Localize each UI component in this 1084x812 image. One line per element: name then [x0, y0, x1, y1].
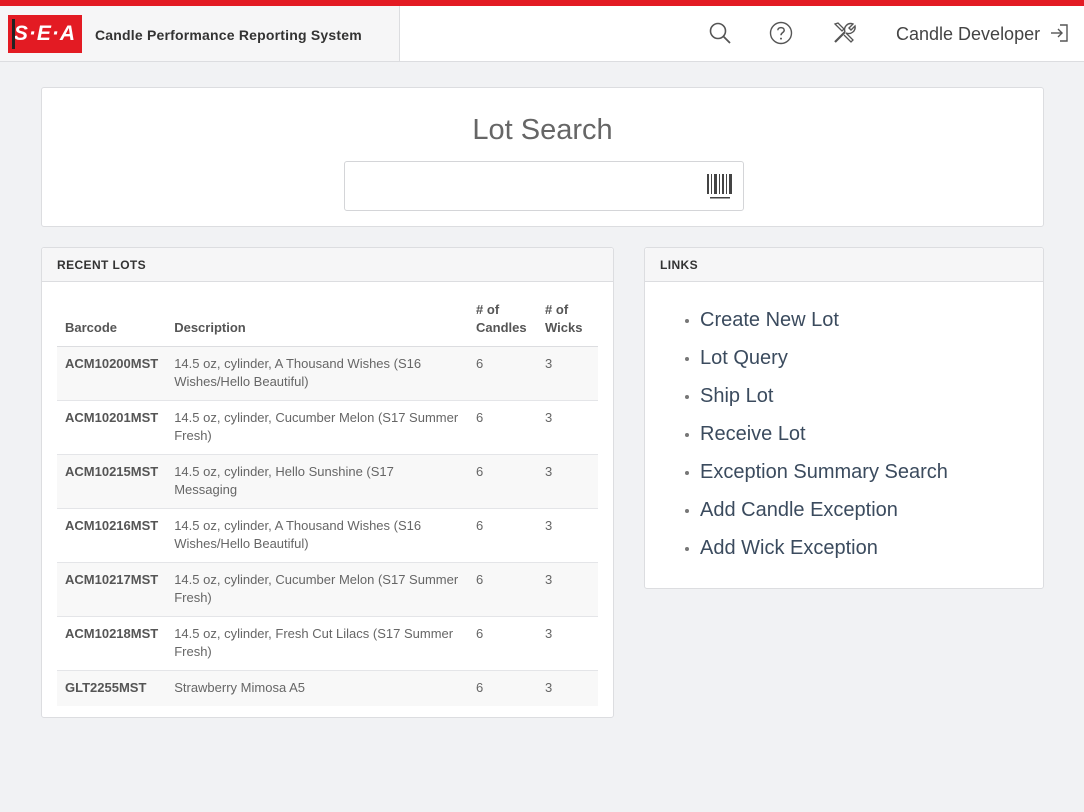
user-name: Candle Developer	[896, 24, 1041, 44]
lot-wick-count: 3	[537, 616, 598, 671]
logo-text: S·E·A	[13, 22, 77, 45]
link-item-receive-lot: Receive Lot	[685, 415, 948, 453]
lot-description: 14.5 oz, cylinder, Cucumber Melon (S17 S…	[166, 400, 469, 455]
lot-wick-count: 3	[537, 454, 598, 509]
table-row[interactable]: ACM10200MST 14.5 oz, cylinder, A Thousan…	[57, 346, 598, 401]
column-header-barcode: Barcode	[57, 301, 167, 347]
lot-wick-count: 3	[537, 400, 598, 455]
add-candle-exception-link[interactable]: Add Candle Exception	[700, 499, 898, 521]
bullet-icon	[685, 319, 689, 323]
lot-search-card: Lot Search	[41, 87, 1044, 227]
app-title: Candle Performance Reporting System	[95, 27, 362, 43]
lot-query-link[interactable]: Lot Query	[700, 347, 788, 369]
table-header-row: Barcode Description # of Candles # of Wi…	[57, 301, 598, 347]
app-header: S·E·A Candle Performance Reporting Syste…	[0, 6, 1084, 62]
table-row[interactable]: ACM10218MST 14.5 oz, cylinder, Fresh Cut…	[57, 616, 598, 671]
create-new-lot-link[interactable]: Create New Lot	[700, 309, 839, 331]
recent-lots-table: Barcode Description # of Candles # of Wi…	[57, 301, 598, 706]
exception-summary-search-link[interactable]: Exception Summary Search	[700, 461, 948, 483]
search-icon[interactable]	[707, 20, 733, 46]
column-header-description: Description	[166, 301, 469, 347]
links-list: Create New Lot Lot Query Ship Lot Receiv…	[685, 301, 948, 567]
lot-search-title: Lot Search	[472, 114, 613, 146]
bullet-icon	[685, 357, 689, 361]
lot-description: 14.5 oz, cylinder, A Thousand Wishes (S1…	[166, 508, 469, 563]
add-wick-exception-link[interactable]: Add Wick Exception	[700, 537, 878, 559]
lot-barcode[interactable]: ACM10200MST	[57, 346, 167, 401]
link-item-lot-query: Lot Query	[685, 339, 948, 377]
help-icon[interactable]	[768, 20, 794, 46]
sign-out-icon[interactable]	[1048, 22, 1070, 44]
bullet-icon	[685, 395, 689, 399]
lot-candle-count: 6	[468, 454, 538, 509]
link-item-add-wick-exception: Add Wick Exception	[685, 529, 948, 567]
lot-candle-count: 6	[468, 616, 538, 671]
logo-bar	[12, 19, 15, 49]
lot-candle-count: 6	[468, 508, 538, 563]
table-row[interactable]: ACM10216MST 14.5 oz, cylinder, A Thousan…	[57, 508, 598, 563]
links-panel: LINKS Create New Lot Lot Query Ship Lot …	[644, 247, 1044, 589]
sea-logo[interactable]: S·E·A	[8, 15, 82, 53]
lot-description: 14.5 oz, cylinder, Fresh Cut Lilacs (S17…	[166, 616, 469, 671]
lot-candle-count: 6	[468, 400, 538, 455]
table-row[interactable]: ACM10201MST 14.5 oz, cylinder, Cucumber …	[57, 400, 598, 455]
table-row[interactable]: GLT2255MST Strawberry Mimosa A5 6 3	[57, 670, 598, 707]
lot-wick-count: 3	[537, 346, 598, 401]
column-header-candles: # of Candles	[468, 301, 538, 347]
bullet-icon	[685, 547, 689, 551]
receive-lot-link[interactable]: Receive Lot	[700, 423, 806, 445]
lot-description: 14.5 oz, cylinder, Hello Sunshine (S17 M…	[166, 454, 469, 509]
lot-search-box[interactable]	[344, 161, 744, 211]
lot-barcode[interactable]: ACM10215MST	[57, 454, 167, 509]
lot-search-input[interactable]	[355, 172, 695, 200]
brand-area: S·E·A Candle Performance Reporting Syste…	[0, 6, 400, 61]
lot-barcode[interactable]: ACM10216MST	[57, 508, 167, 563]
recent-lots-panel: RECENT LOTS Barcode Description # of Can…	[41, 247, 614, 718]
link-item-ship-lot: Ship Lot	[685, 377, 948, 415]
link-item-exception-summary-search: Exception Summary Search	[685, 453, 948, 491]
lot-barcode[interactable]: GLT2255MST	[57, 671, 166, 707]
bullet-icon	[685, 509, 689, 513]
link-item-add-candle-exception: Add Candle Exception	[685, 491, 948, 529]
lot-wick-count: 3	[537, 508, 598, 563]
ship-lot-link[interactable]: Ship Lot	[700, 385, 773, 407]
lot-candle-count: 6	[468, 346, 538, 401]
links-title: LINKS	[645, 248, 1043, 282]
lot-candle-count: 6	[468, 562, 538, 617]
lot-barcode[interactable]: ACM10217MST	[57, 562, 167, 617]
table-row[interactable]: ACM10217MST 14.5 oz, cylinder, Cucumber …	[57, 562, 598, 617]
tools-icon[interactable]	[831, 20, 857, 46]
lot-wick-count: 3	[537, 562, 598, 617]
lot-barcode[interactable]: ACM10201MST	[57, 400, 167, 455]
link-item-create-new-lot: Create New Lot	[685, 301, 948, 339]
user-menu[interactable]: Candle Developer	[896, 22, 1070, 45]
recent-lots-title: RECENT LOTS	[42, 248, 613, 282]
column-header-wicks: # of Wicks	[537, 301, 598, 347]
lot-description: Strawberry Mimosa A5	[174, 680, 305, 695]
lot-barcode[interactable]: ACM10218MST	[57, 616, 167, 671]
lot-description: 14.5 oz, cylinder, Cucumber Melon (S17 S…	[166, 562, 469, 617]
lot-wick-count: 3	[545, 680, 553, 695]
lot-candle-count: 6	[476, 680, 484, 695]
lot-description: 14.5 oz, cylinder, A Thousand Wishes (S1…	[166, 346, 469, 401]
barcode-icon[interactable]	[705, 172, 735, 200]
bullet-icon	[685, 433, 689, 437]
bullet-icon	[685, 471, 689, 475]
table-row[interactable]: ACM10215MST 14.5 oz, cylinder, Hello Sun…	[57, 454, 598, 509]
